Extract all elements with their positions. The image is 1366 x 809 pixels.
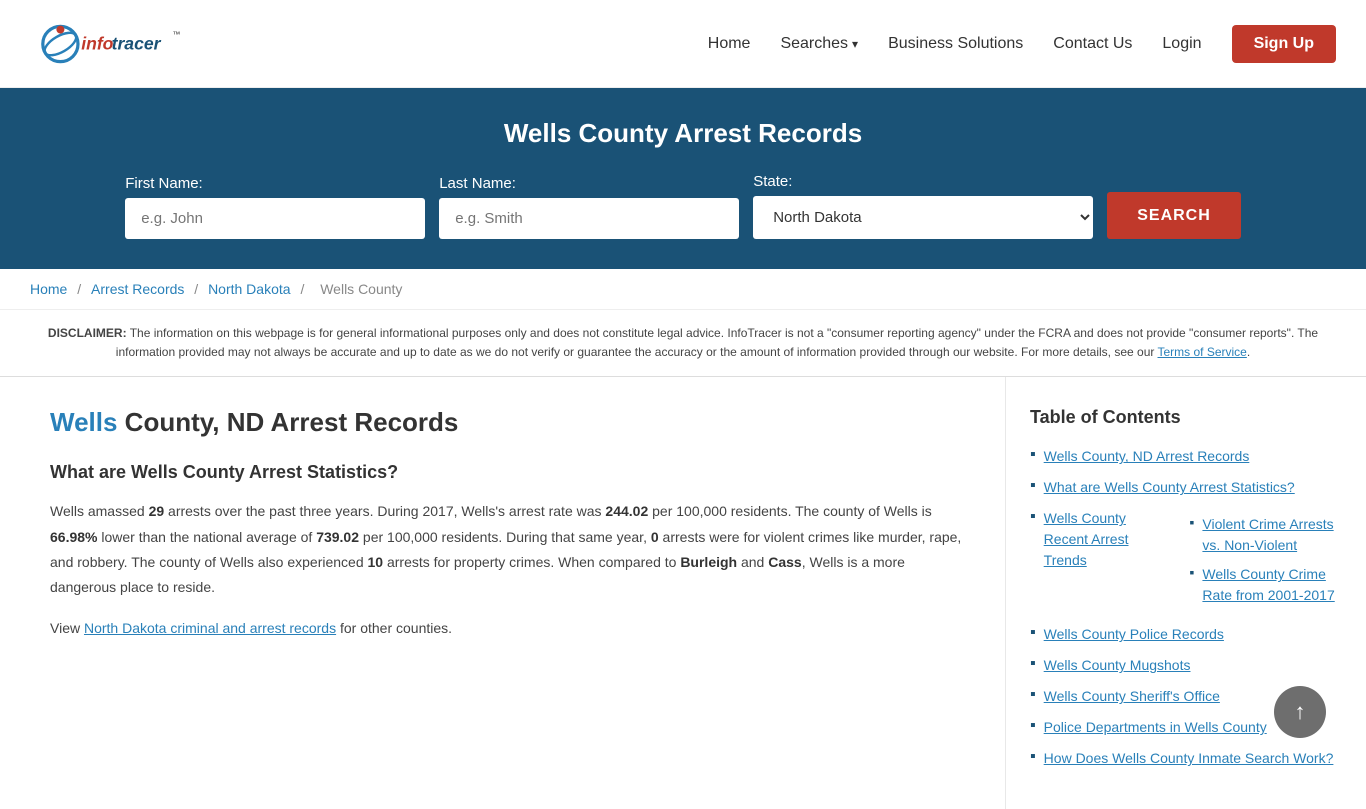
toc-sublist: Violent Crime Arrests vs. Non-Violent We…	[1173, 514, 1342, 614]
breadcrumb-north-dakota[interactable]: North Dakota	[208, 281, 290, 297]
first-name-field-wrapper: First Name:	[125, 175, 425, 239]
toc-heading: Table of Contents	[1030, 407, 1342, 428]
disclaimer-text: The information on this webpage is for g…	[116, 326, 1318, 359]
city1: Burleigh	[680, 554, 737, 570]
last-name-field-wrapper: Last Name:	[439, 175, 739, 239]
svg-text:tracer: tracer	[112, 33, 162, 53]
svg-text:™: ™	[172, 29, 180, 38]
nav-searches[interactable]: Searches	[780, 35, 848, 53]
login-button[interactable]: Login	[1162, 35, 1201, 53]
logo-area: info tracer ™	[30, 14, 190, 74]
first-name-input[interactable]	[125, 198, 425, 239]
breadcrumb-home[interactable]: Home	[30, 281, 67, 297]
breadcrumb-arrest-records[interactable]: Arrest Records	[91, 281, 184, 297]
violent-count: 0	[651, 529, 659, 545]
state-label: State:	[753, 173, 792, 190]
search-button[interactable]: SEARCH	[1107, 192, 1241, 239]
toc-sub-link-1[interactable]: Violent Crime Arrests vs. Non-Violent	[1202, 514, 1342, 556]
p2-pre: View	[50, 620, 84, 636]
breadcrumb-sep2: /	[194, 281, 202, 297]
city2: Cass	[768, 554, 801, 570]
main-nav: Home Searches ▾ Business Solutions Conta…	[708, 25, 1336, 63]
chevron-down-icon: ▾	[852, 37, 858, 51]
p1-mid1: arrests over the past three years. Durin…	[164, 503, 605, 519]
search-form: First Name: Last Name: State: North Dako…	[133, 173, 1233, 239]
p1-mid4: per 100,000 residents. During that same …	[359, 529, 651, 545]
national-avg: 739.02	[316, 529, 359, 545]
toc-item-1: Wells County, ND Arrest Records	[1030, 446, 1342, 467]
disclaimer-label: DISCLAIMER:	[48, 326, 127, 340]
p1-mid3: lower than the national average of	[97, 529, 316, 545]
toc-sub-link-2[interactable]: Wells County Crime Rate from 2001-2017	[1202, 564, 1342, 606]
disclaimer-bar: DISCLAIMER: The information on this webp…	[0, 310, 1366, 377]
toc-link-3[interactable]: Wells County Recent Arrest Trends	[1044, 508, 1166, 571]
breadcrumb-sep1: /	[77, 281, 85, 297]
toc-link-4[interactable]: Wells County Police Records	[1044, 624, 1224, 645]
toc-link-6[interactable]: Wells County Sheriff's Office	[1044, 686, 1220, 707]
terms-of-service-link[interactable]: Terms of Service	[1158, 345, 1247, 359]
site-header: info tracer ™ Home Searches ▾ Business S…	[0, 0, 1366, 88]
title-rest: County, ND Arrest Records	[117, 407, 458, 437]
article-paragraph1: Wells amassed 29 arrests over the past t…	[50, 499, 965, 600]
toc-link-7[interactable]: Police Departments in Wells County	[1044, 717, 1267, 738]
toc-item-3: Wells County Recent Arrest Trends Violen…	[1030, 508, 1342, 614]
svg-text:info: info	[81, 33, 113, 53]
state-field-wrapper: State: North Dakota Alabama Alaska Arizo…	[753, 173, 1093, 239]
lower-pct: 66.98%	[50, 529, 97, 545]
toc-item-8: How Does Wells County Inmate Search Work…	[1030, 748, 1342, 769]
toc-link-1[interactable]: Wells County, ND Arrest Records	[1044, 446, 1250, 467]
scroll-to-top-button[interactable]: ↑	[1274, 686, 1326, 738]
article-paragraph2: View North Dakota criminal and arrest re…	[50, 616, 965, 641]
title-highlight: Wells	[50, 407, 117, 437]
p1-pre: Wells amassed	[50, 503, 149, 519]
state-select[interactable]: North Dakota Alabama Alaska Arizona Cali…	[753, 196, 1093, 239]
toc-item-4: Wells County Police Records	[1030, 624, 1342, 645]
toc-item-2: What are Wells County Arrest Statistics?	[1030, 477, 1342, 498]
p1-mid7: and	[737, 554, 768, 570]
property-count: 10	[368, 554, 384, 570]
toc-link-5[interactable]: Wells County Mugshots	[1044, 655, 1191, 676]
toc-sub-item-2: Wells County Crime Rate from 2001-2017	[1189, 564, 1342, 606]
logo-svg: info tracer ™	[30, 14, 190, 74]
main-content: Wells County, ND Arrest Records What are…	[0, 377, 1366, 809]
first-name-label: First Name:	[125, 175, 203, 192]
breadcrumb-wells-county: Wells County	[320, 281, 402, 297]
p1-mid6: arrests for property crimes. When compar…	[383, 554, 680, 570]
sidebar: Table of Contents Wells County, ND Arres…	[1006, 377, 1366, 809]
nav-searches-wrapper[interactable]: Searches ▾	[780, 35, 858, 53]
signup-button[interactable]: Sign Up	[1232, 25, 1336, 63]
hero-title: Wells County Arrest Records	[20, 118, 1346, 149]
article-main-title: Wells County, ND Arrest Records	[50, 407, 965, 438]
breadcrumb: Home / Arrest Records / North Dakota / W…	[0, 269, 1366, 310]
section1-heading: What are Wells County Arrest Statistics?	[50, 462, 965, 483]
p1-mid2: per 100,000 residents. The county of Wel…	[648, 503, 932, 519]
disclaimer-period: .	[1247, 345, 1250, 359]
nav-business-solutions[interactable]: Business Solutions	[888, 35, 1023, 53]
arrest-rate: 244.02	[605, 503, 648, 519]
nav-contact-us[interactable]: Contact Us	[1053, 35, 1132, 53]
arrests-count: 29	[149, 503, 165, 519]
toc-link-8[interactable]: How Does Wells County Inmate Search Work…	[1044, 748, 1334, 769]
toc-item-5: Wells County Mugshots	[1030, 655, 1342, 676]
last-name-input[interactable]	[439, 198, 739, 239]
nav-home[interactable]: Home	[708, 35, 751, 53]
breadcrumb-sep3: /	[300, 281, 308, 297]
hero-section: Wells County Arrest Records First Name: …	[0, 88, 1366, 269]
p2-end: for other counties.	[336, 620, 452, 636]
last-name-label: Last Name:	[439, 175, 516, 192]
toc-sub-item-1: Violent Crime Arrests vs. Non-Violent	[1189, 514, 1342, 556]
nd-criminal-records-link[interactable]: North Dakota criminal and arrest records	[84, 620, 336, 636]
toc-link-2[interactable]: What are Wells County Arrest Statistics?	[1044, 477, 1295, 498]
article-section: Wells County, ND Arrest Records What are…	[0, 377, 1006, 809]
